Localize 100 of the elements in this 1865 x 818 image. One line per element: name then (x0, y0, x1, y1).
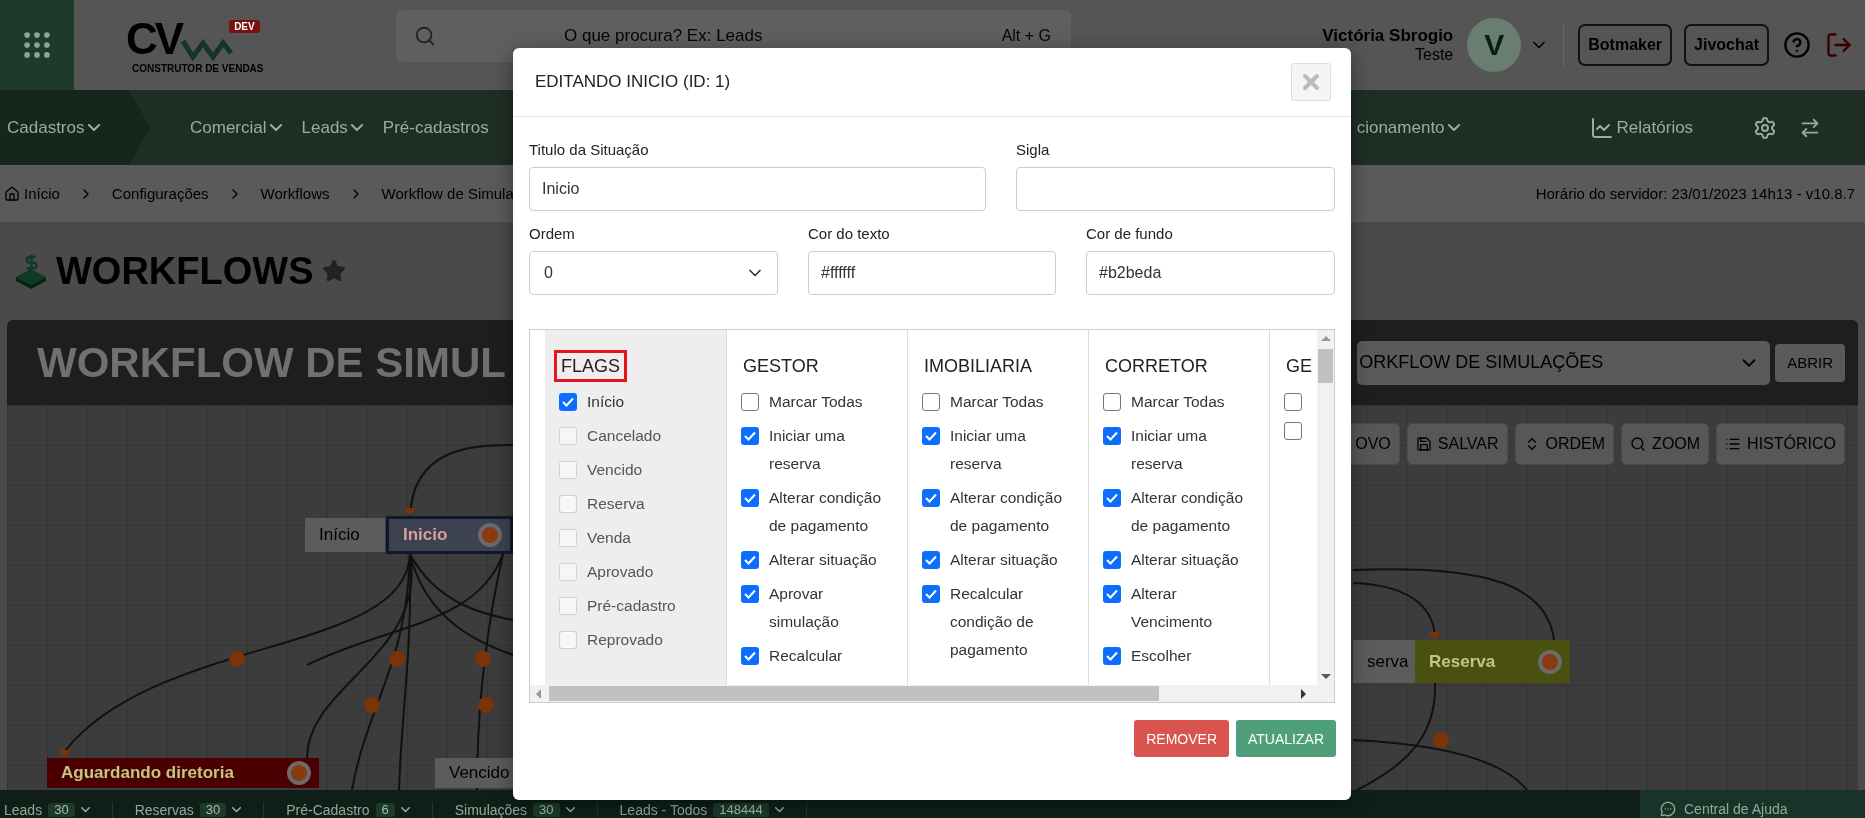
checkbox-label: Marcar Todas (950, 392, 1044, 412)
checkbox[interactable] (1103, 551, 1121, 569)
toolbar-button[interactable]: HISTÓRICO (1716, 423, 1845, 465)
toolbar-button[interactable]: ZOOM (1621, 423, 1710, 465)
nav-menu-item[interactable]: Pré-cadastros (382, 117, 489, 138)
checkbox-label: Vencido (587, 460, 643, 480)
checkbox[interactable] (922, 427, 940, 445)
nav-section-button[interactable]: Cadastros (0, 90, 150, 165)
breadcrumb-link[interactable]: Workflow de Simula (381, 185, 514, 202)
dialog-button[interactable]: ATUALIZAR (1236, 720, 1336, 757)
horizontal-scrollbar[interactable] (530, 685, 1334, 702)
nav-menu-item[interactable]: cionamento (1356, 117, 1460, 138)
checkbox[interactable] (922, 585, 940, 603)
workflow-node[interactable]: Reserva (1415, 640, 1570, 683)
field-label: Cor do texto (808, 225, 891, 243)
checkbox[interactable] (922, 393, 940, 411)
input-field[interactable]: Inicio (529, 167, 986, 211)
bottom-tab[interactable]: Reservas 30 (112, 802, 265, 818)
column-heading: CORRETOR (1104, 355, 1209, 378)
checkbox[interactable] (741, 489, 759, 507)
settings-icon[interactable] (1753, 115, 1778, 140)
breadcrumb-link[interactable]: Workflows (260, 185, 330, 202)
checkbox[interactable] (1103, 585, 1121, 603)
logo-mark: CV (126, 16, 182, 61)
checkbox[interactable] (741, 647, 759, 665)
favorite-star-icon[interactable] (321, 259, 346, 283)
checkbox[interactable] (922, 489, 940, 507)
integration-button[interactable]: Jivochat (1684, 24, 1769, 66)
reports-link[interactable]: Relatórios (1589, 115, 1694, 140)
checkbox-label: Marcar Todas (769, 392, 863, 412)
input-field[interactable]: #b2beda (1086, 251, 1335, 295)
integration-button[interactable]: Botmaker (1578, 24, 1673, 66)
logout-icon[interactable] (1825, 31, 1853, 59)
checkbox-label: Alterar condição de pagamento (769, 488, 882, 536)
checkbox-label: Escolher (1131, 646, 1192, 666)
column-heading: GESTOR (742, 355, 820, 378)
checkbox[interactable] (1284, 393, 1302, 411)
checkbox-label: Cancelado (587, 426, 662, 446)
checkbox[interactable] (1103, 393, 1121, 411)
search-icon (1630, 436, 1647, 452)
checkbox[interactable] (1103, 489, 1121, 507)
bottom-tab[interactable]: Leads 30 (0, 802, 113, 818)
count-badge: 6 (375, 803, 395, 817)
toolbar-button[interactable]: SALVAR (1406, 423, 1508, 465)
checkbox[interactable] (1103, 427, 1121, 445)
line-chart-icon (1589, 115, 1614, 140)
chevron-down-icon (269, 124, 282, 131)
checkbox-label: Reprovado (587, 630, 663, 650)
help-icon[interactable] (1783, 31, 1811, 59)
select-field[interactable]: 0 (529, 251, 778, 295)
checkbox-label: Marcar Todas (1131, 392, 1225, 412)
checkbox[interactable] (559, 393, 577, 411)
input-field[interactable]: #ffffff (808, 251, 1056, 295)
workflow-node[interactable]: Aguardando diretoria (47, 758, 319, 788)
chevron-down-icon (88, 124, 101, 131)
connection-port[interactable] (287, 761, 311, 785)
field-label: Cor de fundo (1086, 225, 1174, 243)
count-badge: 30 (533, 803, 560, 817)
checkbox-label: Iniciar uma reserva (950, 426, 1027, 474)
breadcrumb-link[interactable]: Início (24, 185, 60, 202)
checkbox[interactable] (1284, 422, 1302, 440)
save-icon (1415, 436, 1432, 452)
nav-menu-item[interactable]: Leads (301, 117, 363, 138)
checkbox[interactable] (741, 427, 759, 445)
dialog-button[interactable]: REMOVER (1134, 720, 1229, 757)
chevron-down-icon (400, 807, 410, 813)
shortcut-hint: Alt + G (1001, 27, 1051, 45)
bottom-tab[interactable]: Simulações 30 (432, 802, 598, 818)
node-label: serva (1353, 640, 1415, 683)
checkbox[interactable] (922, 551, 940, 569)
bottom-tab[interactable]: Leads - Todos 148444 (597, 802, 807, 818)
checkbox[interactable] (741, 551, 759, 569)
checkbox[interactable] (1103, 647, 1121, 665)
dialog-title: EDITANDO INICIO (ID: 1) (535, 72, 731, 92)
nav-menu-item[interactable]: Comercial (190, 117, 282, 138)
node-label: Vencido (435, 758, 513, 788)
workflow-node[interactable]: Inicio (386, 516, 513, 554)
user-company: Teste (1415, 46, 1454, 64)
checkbox-label: Alterar situação (950, 550, 1058, 570)
input-field[interactable] (1016, 167, 1335, 211)
checkbox[interactable] (741, 393, 759, 411)
workflow-select[interactable]: ORKFLOW DE SIMULAÇÕES (1357, 340, 1771, 385)
bottom-tab[interactable]: Pré-Cadastro 6 (264, 802, 433, 818)
apps-menu-button[interactable] (0, 0, 74, 90)
page-title: WORKFLOWS (56, 249, 314, 293)
user-name: Victória Sbrogio (1322, 26, 1454, 46)
checkbox-label: Iniciar uma reserva (769, 426, 846, 474)
vertical-scrollbar[interactable] (1317, 330, 1334, 686)
count-badge: 30 (48, 803, 75, 817)
node-label: Início (305, 518, 385, 552)
checkbox[interactable] (741, 585, 759, 603)
checkbox-label: Reserva (587, 494, 645, 514)
open-button[interactable]: ABRIR (1775, 343, 1845, 382)
checkbox-label: Alterar condição de pagamento (950, 488, 1063, 536)
user-avatar[interactable]: V (1467, 18, 1522, 72)
help-center-button[interactable]: Central de Ajuda (1640, 790, 1865, 818)
toolbar-button[interactable]: ORDEM (1514, 423, 1615, 465)
checkbox-label: Iniciar uma reserva (1131, 426, 1208, 474)
breadcrumb-link[interactable]: Configurações (111, 185, 209, 202)
logo-tagline: CONSTRUTOR DE VENDAS (132, 62, 264, 74)
